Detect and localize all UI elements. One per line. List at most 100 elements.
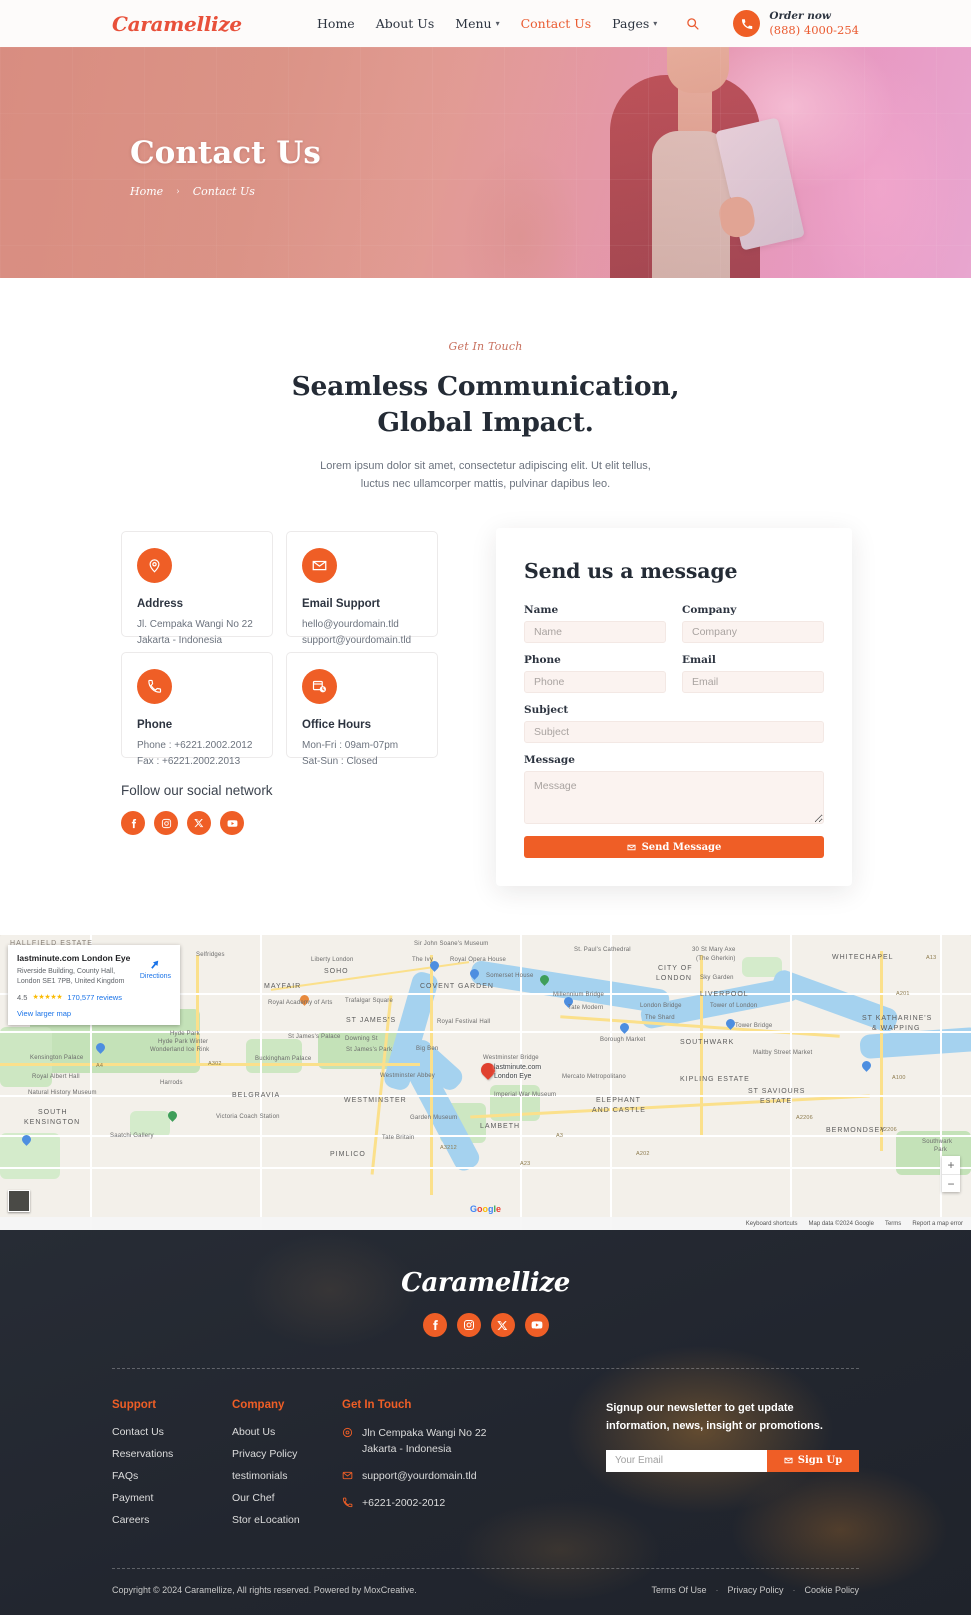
- map-label: Hyde Park Winter: [158, 1039, 209, 1046]
- card-line-2: Sat-Sun : Closed: [302, 756, 378, 768]
- map-label: ST JAMES'S: [346, 1017, 397, 1025]
- site-logo[interactable]: Caramellize: [112, 12, 242, 36]
- zoom-out-button[interactable]: −: [942, 1174, 960, 1192]
- youtube-icon[interactable]: [524, 1313, 549, 1338]
- card-title: Office Hours: [302, 719, 372, 732]
- footer-link-faqs[interactable]: FAQs: [112, 1470, 232, 1482]
- send-message-button[interactable]: Send Message: [524, 836, 824, 859]
- footer-link-payment[interactable]: Payment: [112, 1492, 232, 1504]
- footer-link-about-us[interactable]: About Us: [232, 1426, 342, 1438]
- email-input[interactable]: [682, 671, 824, 694]
- terms-link[interactable]: Terms: [885, 1221, 901, 1227]
- map-label: Tate Britain: [382, 1135, 415, 1142]
- copyright-text: Copyright © 2024 Caramellize, All rights…: [112, 1585, 417, 1596]
- card-line-2[interactable]: support@yourdomain.tld: [302, 633, 422, 649]
- map-label: BELGRAVIA: [232, 1092, 281, 1100]
- map-label: WHITECHAPEL: [832, 954, 894, 962]
- facebook-icon[interactable]: [422, 1313, 447, 1338]
- map-label: The Shard: [645, 1015, 675, 1022]
- breadcrumb-home[interactable]: Home: [130, 185, 163, 198]
- privacy-policy-link[interactable]: Privacy Policy: [727, 1585, 783, 1595]
- footer-column-get-in-touch: Get In Touch Jln Cempaka Wangi No 22 Jak…: [342, 1399, 592, 1536]
- footer-link-store-location[interactable]: Stor eLocation: [232, 1514, 342, 1526]
- map-label: KENSINGTON: [24, 1119, 81, 1127]
- report-map-error-link[interactable]: Report a map error: [912, 1221, 963, 1227]
- footer-phone[interactable]: +6221-2002-2012: [342, 1496, 592, 1512]
- footer-link-reservations[interactable]: Reservations: [112, 1448, 232, 1460]
- x-twitter-icon[interactable]: [187, 811, 211, 836]
- contact-page: Caramellize Home About Us Menu ▾ Contact…: [0, 0, 971, 1615]
- terms-of-use-link[interactable]: Terms Of Use: [651, 1585, 706, 1595]
- section-title-line2: Global Impact.: [377, 406, 594, 438]
- nav-item-menu[interactable]: Menu ▾: [455, 16, 499, 31]
- footer-link-our-chef[interactable]: Our Chef: [232, 1492, 342, 1504]
- footer-email-text: support@yourdomain.tld: [362, 1469, 477, 1482]
- footer-email[interactable]: support@yourdomain.tld: [342, 1469, 592, 1485]
- location-pin-icon: [342, 1427, 353, 1458]
- map-label: A2206: [880, 1127, 897, 1134]
- nav-item-home[interactable]: Home: [317, 16, 355, 31]
- map-label: KIPLING ESTATE: [680, 1076, 750, 1084]
- footer-link-careers[interactable]: Careers: [112, 1514, 232, 1526]
- company-input[interactable]: [682, 621, 824, 644]
- chevron-down-icon: ▾: [653, 18, 658, 28]
- directions-button[interactable]: Directions: [140, 953, 171, 1017]
- footer-link-testimonials[interactable]: testimonials: [232, 1470, 342, 1482]
- footer-link-contact-us[interactable]: Contact Us: [112, 1426, 232, 1438]
- order-now-block[interactable]: Order now (888) 4000-254: [733, 10, 859, 38]
- contact-section: Address Jl. Cempaka Wangi No 22 Jakarta …: [0, 528, 971, 887]
- search-icon[interactable]: [682, 14, 702, 34]
- map-label: (The Gherkin): [696, 956, 736, 963]
- map-street-view-thumbnail[interactable]: [8, 1190, 30, 1213]
- card-line-1[interactable]: hello@yourdomain.tld: [302, 617, 422, 633]
- directions-icon: [148, 957, 162, 971]
- youtube-icon[interactable]: [220, 811, 244, 836]
- map-zoom-controls: + −: [942, 1156, 960, 1193]
- view-larger-map-link[interactable]: View larger map: [17, 1009, 140, 1018]
- map-label: Wonderland Ice Rink: [150, 1047, 210, 1054]
- keyboard-shortcuts-link[interactable]: Keyboard shortcuts: [746, 1221, 798, 1227]
- signup-button[interactable]: Sign Up: [767, 1449, 859, 1472]
- social-links: [121, 811, 441, 836]
- nav-item-about-us[interactable]: About Us: [376, 16, 435, 31]
- footer-address-line1: Jln Cempaka Wangi No 22: [362, 1427, 487, 1440]
- subject-input[interactable]: [524, 721, 824, 744]
- location-map[interactable]: lastminute.com London Eye HALLFIELD ESTA…: [0, 935, 971, 1231]
- order-phone-number[interactable]: (888) 4000-254: [769, 23, 859, 37]
- map-label: Selfridges: [196, 952, 225, 959]
- cookie-policy-link[interactable]: Cookie Policy: [804, 1585, 859, 1595]
- instagram-icon[interactable]: [154, 811, 178, 836]
- newsletter-email-input[interactable]: [606, 1449, 767, 1472]
- contact-card-phone: Phone Phone : +6221.2002.2012 Fax : +622…: [121, 652, 273, 767]
- map-label: & WAPPING: [872, 1025, 921, 1033]
- label-message: Message: [524, 754, 575, 767]
- footer-phone-text: +6221-2002-2012: [362, 1496, 446, 1509]
- breadcrumb: Home › Contact Us: [130, 185, 971, 198]
- x-twitter-icon[interactable]: [490, 1313, 515, 1338]
- instagram-icon[interactable]: [456, 1313, 481, 1338]
- field-name: Name: [524, 604, 666, 644]
- zoom-in-button[interactable]: +: [942, 1156, 960, 1174]
- nav-item-contact-us[interactable]: Contact Us: [521, 16, 592, 31]
- map-label: A100: [892, 1075, 906, 1082]
- map-label: Downing St: [345, 1036, 378, 1043]
- map-label: St. Paul's Cathedral: [574, 947, 631, 954]
- footer-link-privacy-policy[interactable]: Privacy Policy: [232, 1448, 342, 1460]
- facebook-icon[interactable]: [121, 811, 145, 836]
- form-title: Send us a message: [524, 559, 738, 584]
- map-place-card: lastminute.com London Eye Riverside Buil…: [8, 945, 180, 1025]
- card-title: Email Support: [302, 598, 380, 611]
- phone-input[interactable]: [524, 671, 666, 694]
- nav-item-pages[interactable]: Pages ▾: [612, 16, 657, 31]
- column-heading: Support: [112, 1399, 157, 1412]
- envelope-icon: [342, 1470, 353, 1485]
- footer-logo[interactable]: Caramellize: [112, 1268, 859, 1298]
- column-heading: Get In Touch: [342, 1399, 412, 1412]
- map-label: BERMONDSEY: [826, 1127, 886, 1135]
- reviews-count[interactable]: 170,577 reviews: [67, 993, 122, 1002]
- map-marker-label: lastminute.com London Eye: [494, 1063, 541, 1081]
- message-textarea[interactable]: [524, 771, 824, 825]
- address-line2: London SE1 7PB, United Kingdom: [17, 978, 125, 986]
- label-company: Company: [682, 604, 737, 617]
- name-input[interactable]: [524, 621, 666, 644]
